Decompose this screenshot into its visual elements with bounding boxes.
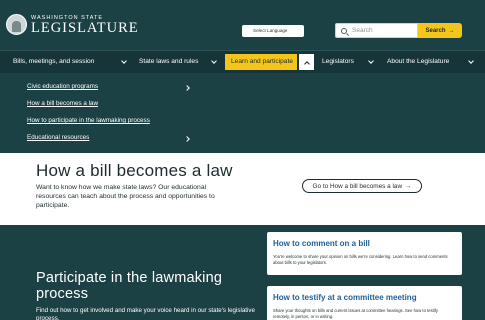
chevron-down-icon[interactable] xyxy=(119,56,128,67)
comment-on-bill-card[interactable]: How to comment on a bill You're welcome … xyxy=(267,232,462,275)
go-to-how-a-bill-button[interactable]: Go to How a bill becomes a law → xyxy=(302,179,422,193)
arrow-right-icon: → xyxy=(405,182,412,190)
main-nav: Bills, meetings, and session State laws … xyxy=(0,50,485,73)
search-icon xyxy=(341,27,347,34)
participate-section: Participate in the lawmaking process Fin… xyxy=(0,225,485,320)
search-button-label: Search xyxy=(425,27,446,34)
section-description: Want to know how we make state laws? Our… xyxy=(36,184,215,209)
nav-item-learn[interactable]: Learn and participate xyxy=(225,54,297,70)
learn-dropdown-menu: Civic education programs How a bill beco… xyxy=(0,73,485,153)
chevron-right-icon[interactable] xyxy=(184,85,190,91)
language-select[interactable]: Select Language xyxy=(242,25,304,37)
logo-title[interactable]: LEGISLATURE xyxy=(31,21,139,36)
card-title[interactable]: How to comment on a bill xyxy=(273,239,370,248)
button-label: Go to How a bill becomes a law xyxy=(312,182,403,190)
dropdown-item-educational-resources[interactable]: Educational resources xyxy=(27,134,89,141)
card-text: You're welcome to share your opinion on … xyxy=(273,254,448,265)
dropdown-item-participate[interactable]: How to participate in the lawmaking proc… xyxy=(27,117,150,124)
search-placeholder: Search xyxy=(352,27,373,34)
nav-item-about[interactable]: About the Legislature xyxy=(387,51,449,73)
dropdown-item-how-a-bill[interactable]: How a bill becomes a law xyxy=(27,100,98,107)
nav-item-bills[interactable]: Bills, meetings, and session xyxy=(13,51,94,73)
chevron-right-icon[interactable] xyxy=(184,136,190,142)
testify-committee-card[interactable]: How to testify at a committee meeting Sh… xyxy=(267,286,462,320)
section-title: Participate in the lawmaking process xyxy=(36,270,223,302)
chevron-down-icon[interactable] xyxy=(466,56,475,67)
card-text: Share your thoughts on bills and current… xyxy=(273,308,439,319)
chevron-down-icon[interactable] xyxy=(209,56,218,67)
dropdown-item-civic-education[interactable]: Civic education programs xyxy=(27,83,98,90)
nav-item-legislators[interactable]: Legislators xyxy=(322,51,354,73)
section-description: Find out how to get involved and make yo… xyxy=(36,307,255,320)
search-button[interactable]: Search → xyxy=(418,23,462,38)
search-input[interactable]: Search xyxy=(335,23,418,38)
state-seal-logo[interactable] xyxy=(6,14,27,35)
how-a-bill-section: How a bill becomes a law Want to know ho… xyxy=(0,153,485,225)
card-title[interactable]: How to testify at a committee meeting xyxy=(273,293,417,302)
arrow-right-icon: → xyxy=(448,27,455,34)
section-title: How a bill becomes a law xyxy=(36,161,233,180)
nav-item-laws[interactable]: State laws and rules xyxy=(139,51,198,73)
chevron-up-icon[interactable] xyxy=(299,54,314,70)
site-header: WASHINGTON STATE LEGISLATURE Select Lang… xyxy=(0,0,485,50)
chevron-down-icon[interactable] xyxy=(366,56,375,67)
